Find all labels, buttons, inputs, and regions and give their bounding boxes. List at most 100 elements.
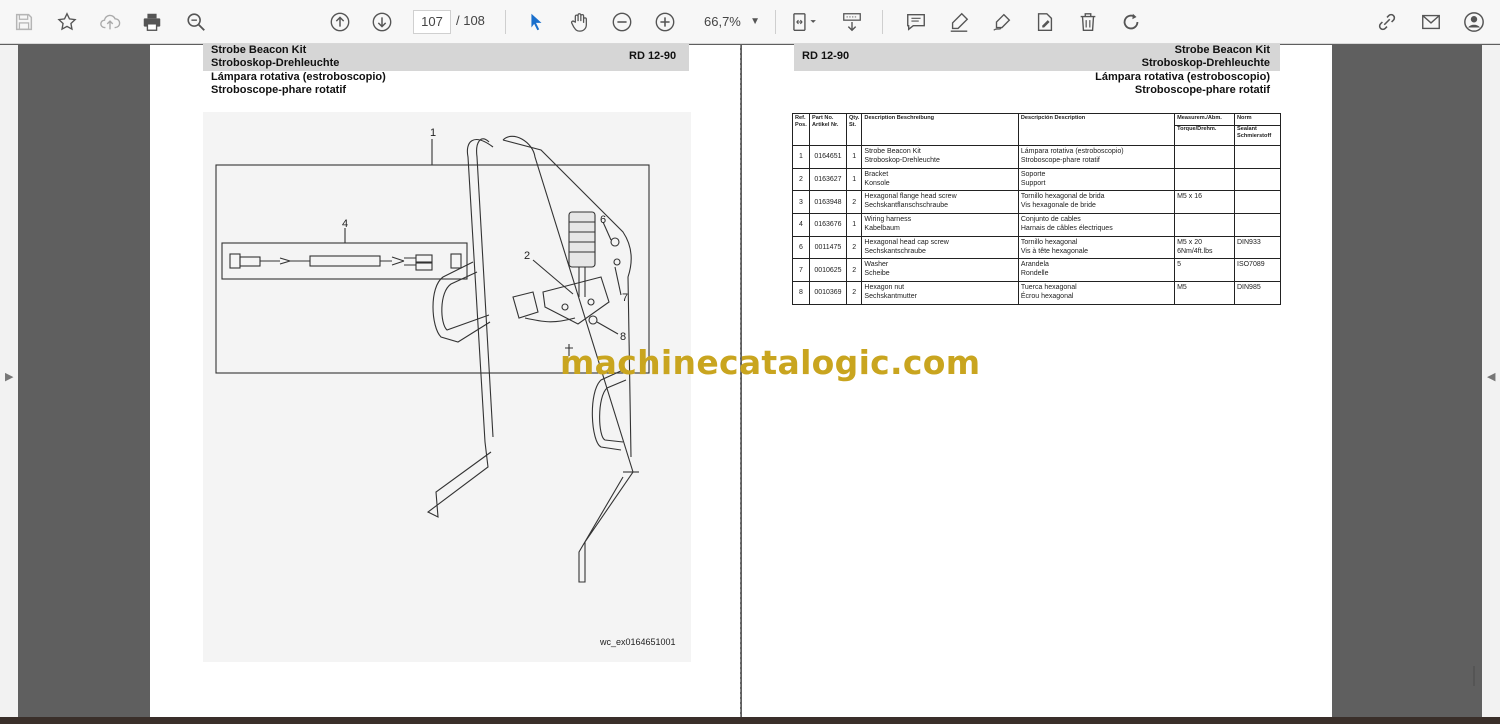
cell-qty: 2 [845,235,863,260]
toolbar-divider [882,10,883,34]
cell-descripcion: Lámpara rotativa (estroboscopio) Strobosc… [1017,145,1176,169]
cell-ref: 2 [792,167,810,192]
bottom-bar [0,717,1500,724]
cell-norm: DIN985 [1234,281,1281,305]
cell-descripcion: Arandela Rondelle [1017,258,1176,283]
fit-page-icon[interactable] [786,8,822,36]
col-header-descripcion: Descripción Description [1017,113,1176,146]
cell-qty: 2 [845,281,863,305]
account-icon[interactable] [1460,8,1488,36]
cell-measurement: M5 [1174,281,1235,305]
parts-table: Ref. Pos. Part No. Artikel Nr. Qty. St. … [792,113,1281,305]
cell-description: Hexagonal head cap screw Sechskantschraub… [861,235,1019,260]
cell-measurement [1174,145,1235,169]
cell-descripcion-line1: Lámpara rotativa (estroboscopio) [1020,148,1124,155]
chevron-down-icon: ▼ [750,16,760,27]
cell-descripcion-line2: Stroboscope-phare rotatif [1020,157,1100,164]
cell-descripcion: Tuerca hexagonal Écrou hexagonal [1017,281,1176,305]
cell-part-no: 0163676 [808,213,847,237]
parts-diagram [215,135,650,583]
draw-icon[interactable] [988,8,1016,36]
cell-qty: 1 [845,167,863,192]
page-number-input[interactable]: 107 [413,10,451,34]
cell-description: Hexagon nut Sechskantmutter [861,281,1019,305]
cell-descripcion-line2: Support [1020,179,1046,187]
save-icon[interactable] [10,8,38,36]
cell-qty: 2 [845,190,863,215]
cell-measurement: 5 [1174,258,1235,283]
col-header-sealant: Sealant Schmierstoff [1237,126,1272,139]
callout-label: 6 [600,214,607,226]
share-link-icon[interactable] [1373,8,1401,36]
page-up-icon[interactable] [326,8,354,36]
cell-description: Hexagonal flange head screw Sechskantflan… [861,190,1019,215]
cell-descripcion: Tornillo hexagonal Vis à tête hexagonale [1017,235,1176,260]
rotate-icon[interactable] [1117,8,1145,36]
cell-descripcion-line1: Tuerca hexagonal [1020,284,1077,292]
cell-description-line2: Konsole [864,179,890,187]
page-down-icon[interactable] [368,8,396,36]
cell-descripcion-line1: Conjunto de cables [1020,216,1081,224]
cell-description-line1: Hexagonal head cap screw [864,238,949,246]
cell-norm: DIN933 [1234,235,1281,260]
print-icon[interactable] [138,8,166,36]
zoom-search-icon[interactable] [182,8,210,36]
page-title-fr: Stroboscope-phare rotatif [211,84,347,96]
cell-norm [1234,167,1281,192]
col-header-torque: Torque/Drehm. [1177,126,1217,132]
callout-label: 7 [622,292,629,304]
zoom-in-icon[interactable] [651,8,679,36]
cell-norm [1234,213,1281,237]
sign-icon[interactable] [1031,8,1059,36]
zoom-level-select[interactable]: 66,7% ▼ [692,10,766,34]
expand-right-panel-icon[interactable]: ◀ [1487,370,1495,383]
cell-description: Washer Scheibe [861,258,1019,283]
callout-label: 2 [524,250,531,262]
cell-norm: ISO7089 [1234,258,1281,283]
page-title-fr: Stroboscope-phare rotatif [1134,84,1270,96]
highlight-pen-icon[interactable] [945,8,973,36]
table-header-row: Ref. Pos. Part No. Artikel Nr. Qty. St. … [792,113,1281,146]
scrollbar-thumb[interactable] [1473,666,1475,686]
expand-left-panel-icon[interactable]: ▶ [5,370,13,383]
cell-description: Wiring harness Kabelbaum [861,213,1019,237]
cell-ref: 1 [792,145,810,169]
cell-ref: 6 [792,235,810,260]
cell-measurement [1174,213,1235,237]
select-pointer-icon[interactable] [522,8,550,36]
cell-qty: 1 [845,145,863,169]
delete-icon[interactable] [1074,8,1102,36]
page-title-es: Lámpara rotativa (estroboscopio) [211,71,386,83]
callout-label: 1 [430,127,437,139]
toolbar: 107 / 108 66,7% ▼ [0,0,1500,44]
col-header-qty: Qty. St. [845,113,863,146]
cell-measurement: M5 x 20 6Nm/4ft.lbs [1174,235,1235,260]
cell-descripcion-line2: Vis hexagonale de bride [1020,202,1096,210]
table-row: 4 0163676 1 Wiring harness Kabelbaum Conjunto… [792,213,1281,237]
cell-description-line1: Hexagonal flange head screw [864,193,957,201]
upload-icon[interactable] [96,8,124,36]
page-title-de: Stroboskop-Drehleuchte [1141,57,1270,69]
cell-descripcion-line1: Tornillo hexagonal [1020,238,1078,246]
table-row: 1 0164651 1 Strobe Beacon Kit Stroboskop-Dre… [792,145,1281,169]
cell-qty: 2 [845,258,863,283]
mail-icon[interactable] [1417,8,1445,36]
toolbar-divider [505,10,506,34]
cell-measurement-line2: 6Nm/4ft.lbs [1177,247,1213,255]
cell-description-line2: Scheibe [864,270,890,278]
cell-descripcion-line2: Écrou hexagonal [1020,293,1074,301]
cell-part-no: 0163948 [808,190,847,215]
hand-pan-icon[interactable] [565,8,593,36]
cell-description-line2: Sechskantmutter [864,293,917,301]
zoom-out-icon[interactable] [608,8,636,36]
scroll-mode-icon[interactable] [838,8,866,36]
callout-label: 8 [620,331,627,343]
cell-descripcion-line1: Tornillo hexagonal de brida [1020,193,1105,201]
table-row: 7 0010625 2 Washer Scheibe Arandela Rondelle 5 I… [792,258,1281,283]
cell-descripcion-line1: Soporte [1020,170,1046,178]
toolbar-divider [775,10,776,34]
col-header-norm: Norm [1235,114,1280,126]
bookmark-star-icon[interactable] [53,8,81,36]
comment-icon[interactable] [902,8,930,36]
cell-part-no: 0163627 [808,167,847,192]
